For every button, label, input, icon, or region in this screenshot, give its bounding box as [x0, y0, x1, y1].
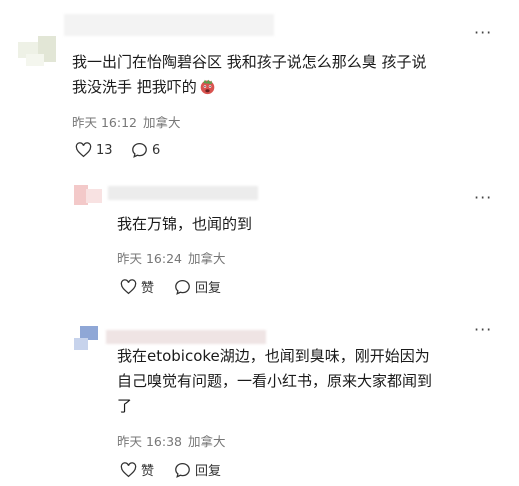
comment-bubble-icon	[175, 279, 190, 295]
comment-location: 加拿大	[188, 251, 226, 266]
like-button[interactable]: 13	[75, 142, 113, 158]
username-blurred[interactable]	[108, 186, 258, 200]
reply-count-button[interactable]: 6	[131, 142, 160, 158]
comment-time: 昨天 16:38	[117, 434, 182, 449]
reply-label: 回复	[195, 281, 222, 296]
comment-bubble-icon	[175, 462, 190, 478]
heart-icon	[75, 142, 92, 158]
comment-location: 加拿大	[188, 434, 226, 449]
comment-text: 我在etobicoke湖边，也闻到臭味，刚开始因为 自己嗅觉有问题，一看小红书，…	[117, 347, 433, 415]
reply-button[interactable]: 回复	[174, 460, 221, 479]
reply-label: 回复	[195, 464, 222, 479]
comment-meta: 昨天 16:12 加拿大	[72, 112, 181, 131]
more-options-button[interactable]: ···	[474, 322, 492, 338]
like-label: 赞	[141, 281, 155, 296]
avatar[interactable]	[74, 326, 104, 352]
reply-button[interactable]: 回复	[174, 277, 221, 296]
like-button[interactable]: 赞	[120, 277, 154, 296]
avatar[interactable]	[18, 36, 58, 68]
comment-text: 我在万锦，也闻的到	[117, 215, 253, 233]
reply-count: 6	[152, 142, 161, 158]
frightened-face-emoji	[200, 79, 215, 95]
like-count: 13	[96, 142, 113, 158]
comment-time: 昨天 16:12	[72, 115, 137, 130]
more-options-button[interactable]: ···	[474, 190, 492, 206]
like-button[interactable]: 赞	[120, 460, 154, 479]
comment-text: 我一出门在怡陶碧谷区 我和孩子说怎么那么臭 孩子说 我没洗手 把我吓的	[72, 53, 427, 96]
heart-icon	[120, 278, 137, 294]
comment-time: 昨天 16:24	[117, 251, 182, 266]
heart-icon	[120, 461, 137, 477]
comment-location: 加拿大	[143, 115, 181, 130]
comment-meta: 昨天 16:38 加拿大	[117, 431, 226, 450]
avatar[interactable]	[74, 185, 104, 209]
username-blurred[interactable]	[64, 14, 274, 36]
comment-meta: 昨天 16:24 加拿大	[117, 248, 226, 267]
comment-bubble-icon	[132, 142, 147, 158]
like-label: 赞	[141, 464, 155, 479]
more-options-button[interactable]: ···	[474, 25, 492, 41]
username-blurred[interactable]	[106, 330, 266, 344]
